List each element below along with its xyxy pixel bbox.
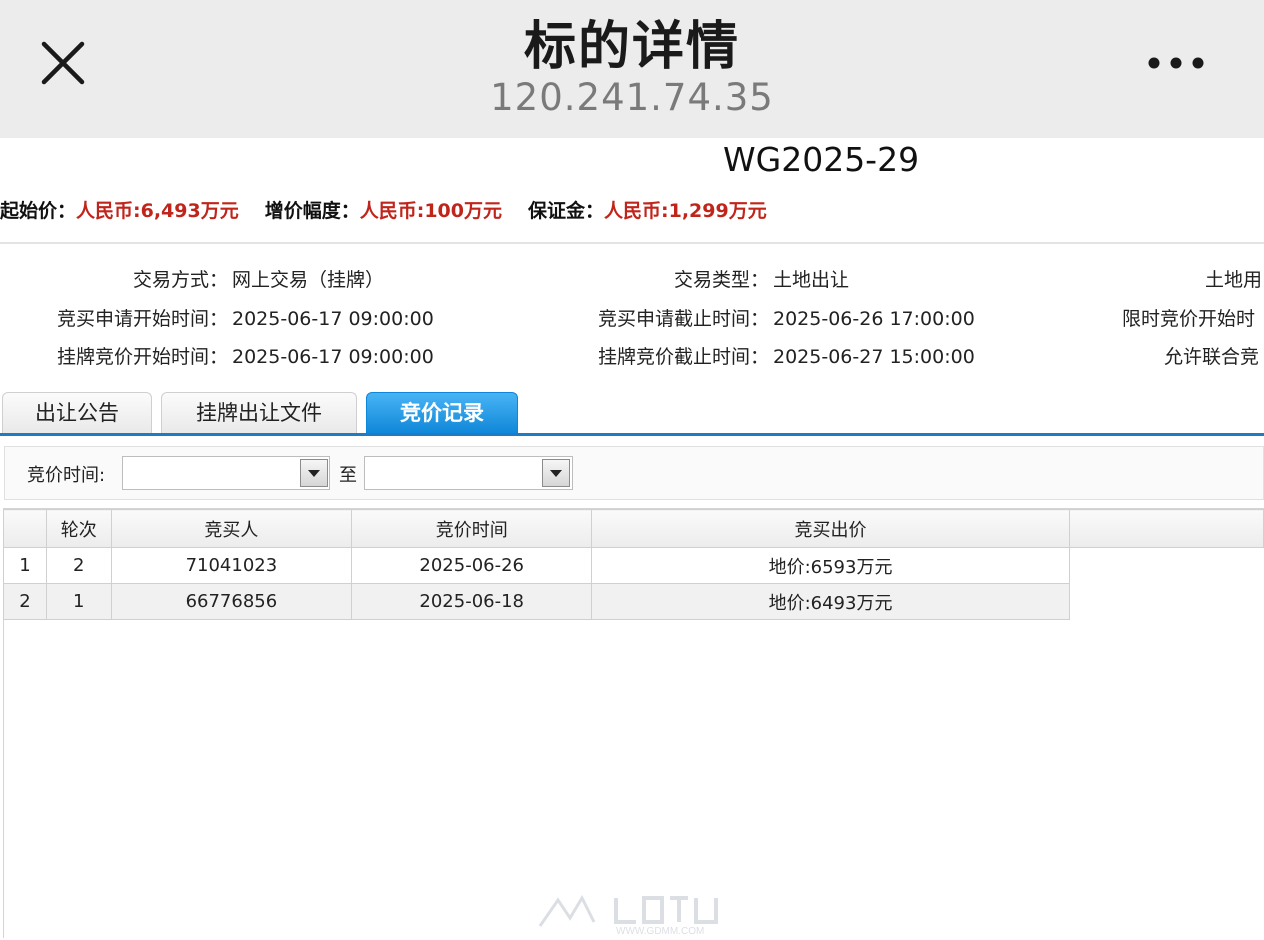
deposit-value: 人民币:1,299万元 <box>604 200 767 222</box>
prop-value: 网上交易（挂牌） <box>232 269 385 291</box>
cell-bidder: 71041023 <box>110 547 353 584</box>
range-separator: 至 <box>339 465 357 486</box>
prop-timed-start: 限时竞价开始时 <box>1122 304 1255 331</box>
prop-label: 交易类型： <box>673 269 769 291</box>
prop-trade-type: 交易类型： 土地出让 <box>540 265 849 292</box>
cell-bid-time: 2025-06-26 <box>351 547 593 584</box>
column-header-bidder[interactable]: 竞买人 <box>110 509 353 548</box>
bid-time-label: 竞价时间: <box>27 465 106 486</box>
tab-listing-documents[interactable]: 挂牌出让文件 <box>161 392 357 434</box>
prop-joint-bid: 允许联合竞 <box>1164 342 1259 369</box>
table-row[interactable]: 1 2 71041023 2025-06-26 地价:6593万元 <box>3 547 1264 584</box>
prop-value: 土地出让 <box>773 269 850 291</box>
lot-code: WG2025-29 <box>723 140 920 179</box>
prop-label: 土地用 <box>1205 269 1263 291</box>
column-header-filler <box>1068 509 1264 548</box>
column-header-round[interactable]: 轮次 <box>45 509 112 548</box>
cell-round: 2 <box>45 547 112 584</box>
start-price-label: 起始价： <box>0 200 77 222</box>
cell-empty <box>1069 583 1264 620</box>
prop-label: 竞买申请截止时间： <box>597 308 769 330</box>
table-row[interactable]: 2 1 66776856 2025-06-18 地价:6493万元 <box>3 583 1264 620</box>
column-header-bid-time[interactable]: 竞价时间 <box>351 509 593 548</box>
column-header-bid-price[interactable]: 竞买出价 <box>591 509 1070 548</box>
tab-announcement[interactable]: 出让公告 <box>2 392 152 434</box>
cell-bidder: 66776856 <box>110 583 353 620</box>
prop-value: 2025-06-17 09:00:00 <box>232 308 434 330</box>
row-index: 2 <box>3 583 47 620</box>
bid-records-table: 轮次 竞买人 竞价时间 竞买出价 1 2 71041023 2025-06-26… <box>3 509 1264 620</box>
cell-empty <box>1069 547 1264 584</box>
prop-value: 2025-06-26 17:00:00 <box>773 308 975 330</box>
prop-trade-mode: 交易方式： 网上交易（挂牌） <box>0 265 384 292</box>
prop-value: 2025-06-27 15:00:00 <box>773 346 975 368</box>
page-title: 标的详情 <box>523 17 740 77</box>
column-header-index <box>3 509 47 548</box>
prop-label: 竞买申请开始时间： <box>56 308 228 330</box>
prop-land-use: 土地用 <box>1205 265 1262 292</box>
top-bar: 标的详情 120.241.74.35 <box>0 0 1264 138</box>
dropdown-arrow-icon[interactable] <box>300 459 328 487</box>
dropdown-arrow-icon[interactable] <box>542 459 570 487</box>
more-options-icon[interactable] <box>1140 50 1212 76</box>
increment-value: 人民币:100万元 <box>359 200 502 222</box>
prop-listing-start: 挂牌竞价开始时间： 2025-06-17 09:00:00 <box>0 342 434 369</box>
watermark-text: WWW.GDMM.COM <box>616 926 704 936</box>
prop-apply-start: 竞买申请开始时间： 2025-06-17 09:00:00 <box>0 304 434 331</box>
divider <box>0 242 1264 244</box>
table-header-row: 轮次 竞买人 竞价时间 竞买出价 <box>3 509 1264 548</box>
prop-label: 挂牌竞价截止时间： <box>597 346 769 368</box>
page-subtitle: 120.241.74.35 <box>490 76 774 119</box>
tab-underline <box>0 433 1264 436</box>
bid-time-from-input[interactable] <box>122 456 330 490</box>
prop-value: 2025-06-17 09:00:00 <box>232 346 434 368</box>
prop-label: 挂牌竞价开始时间： <box>56 346 228 368</box>
cell-bid-price: 地价:6593万元 <box>591 547 1070 584</box>
price-summary: 起始价：人民币:6,493万元 增价幅度：人民币:100万元 保证金：人民币:1,2… <box>0 196 767 223</box>
prop-listing-end: 挂牌竞价截止时间： 2025-06-27 15:00:00 <box>540 342 975 369</box>
cell-bid-time: 2025-06-18 <box>351 583 593 620</box>
row-index: 1 <box>3 547 47 584</box>
cell-bid-price: 地价:6493万元 <box>591 583 1070 620</box>
increment-label: 增价幅度： <box>264 200 360 222</box>
site-watermark-logo: WWW.GDMM.COM <box>536 892 736 937</box>
tab-bid-records[interactable]: 竞价记录 <box>366 392 518 434</box>
deposit-label: 保证金： <box>528 200 605 222</box>
start-price-value: 人民币:6,493万元 <box>76 200 239 222</box>
prop-label: 交易方式： <box>132 269 228 291</box>
prop-label: 限时竞价开始时 <box>1122 308 1256 330</box>
prop-apply-end: 竞买申请截止时间： 2025-06-26 17:00:00 <box>540 304 975 331</box>
prop-label: 允许联合竞 <box>1164 346 1260 368</box>
cell-round: 1 <box>45 583 112 620</box>
